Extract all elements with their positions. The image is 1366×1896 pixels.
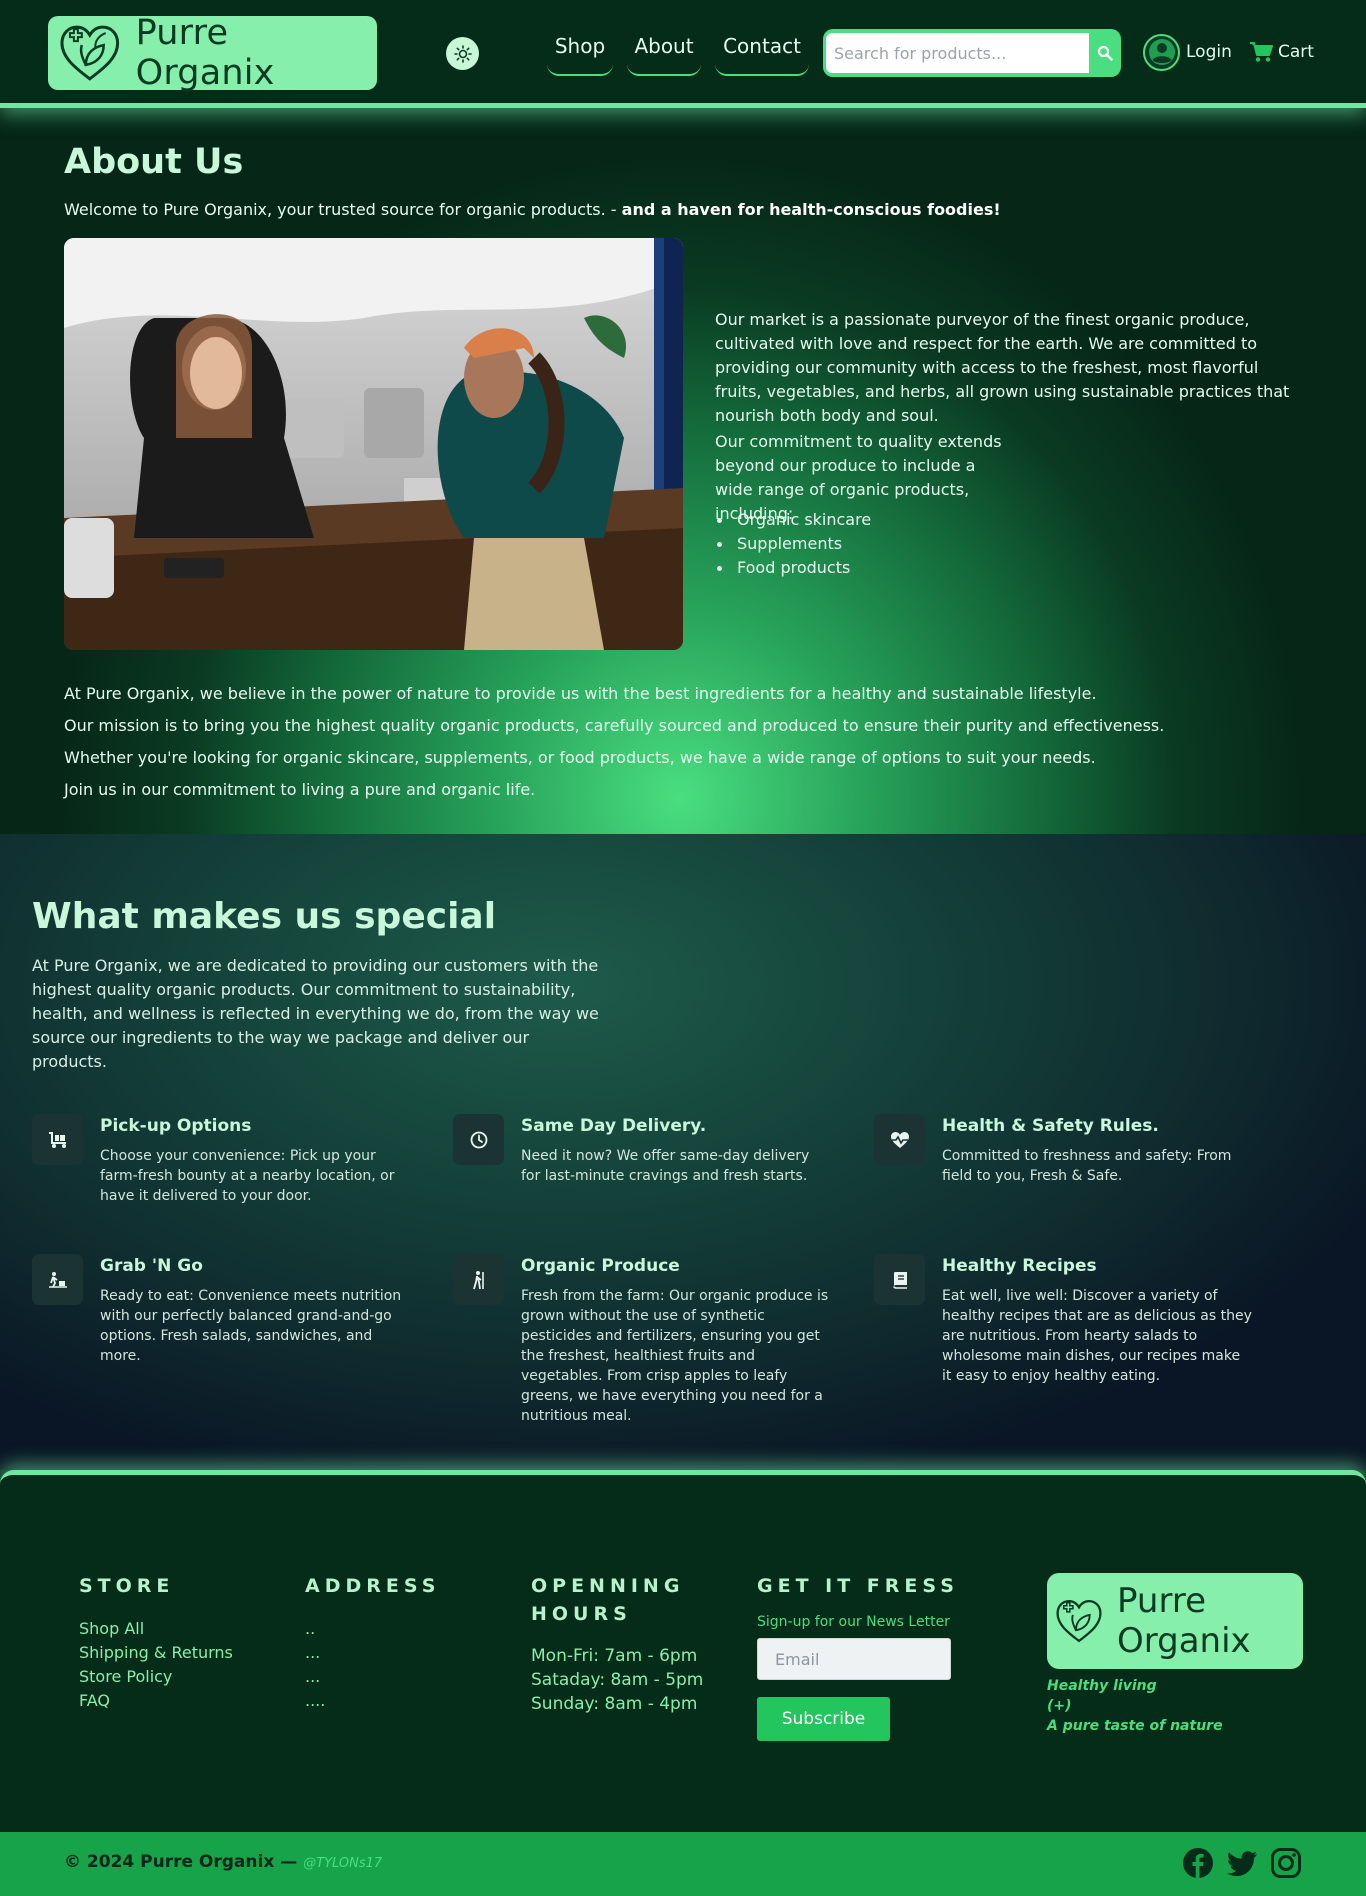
footer-link-shipping[interactable]: Shipping & Returns: [79, 1643, 233, 1662]
farmer-icon: [472, 1270, 484, 1289]
bottom-bar: © 2024 Purre Organix — @TYLONs17: [0, 1832, 1366, 1896]
clock-icon: [470, 1131, 487, 1148]
address-heading: ADDRESS: [305, 1575, 441, 1597]
heart-leaf-logo-icon: [1056, 1599, 1102, 1643]
feature-text: Committed to freshness and safety: From …: [942, 1148, 1232, 1184]
about-closing-1: At Pure Organix, we believe in the power…: [64, 684, 1097, 703]
feature-text: Fresh from the farm: Our organic produce…: [521, 1288, 829, 1424]
sun-icon: [453, 44, 472, 63]
footer-brand-name: Purre Organix: [1117, 1581, 1251, 1661]
feature-title: Organic Produce: [521, 1256, 680, 1276]
footer-link-faq[interactable]: FAQ: [79, 1691, 110, 1710]
address-line: ....: [305, 1691, 326, 1710]
feature-title: Grab 'N Go: [100, 1256, 203, 1276]
address-line: ...: [305, 1667, 321, 1686]
nav-contact[interactable]: Contact: [715, 34, 809, 76]
about-photo: [64, 238, 683, 650]
hours-heading: OPENNING HOURS: [531, 1575, 685, 1625]
search-input[interactable]: [826, 33, 1089, 73]
feature-text: Ready to eat: Convenience meets nutritio…: [100, 1288, 402, 1364]
theme-toggle-button[interactable]: [446, 37, 479, 70]
about-title: About Us: [64, 142, 244, 182]
about-paragraph-1: Our market is a passionate purveyor of t…: [715, 310, 1290, 425]
newsletter-email-input[interactable]: [757, 1638, 951, 1680]
brand-name: Purre Organix: [135, 13, 275, 93]
feature-title: Healthy Recipes: [942, 1256, 1097, 1276]
search-icon: [1097, 45, 1113, 61]
address-line: ..: [305, 1619, 316, 1638]
instagram-icon[interactable]: [1270, 1847, 1302, 1879]
about-closing-2: Our mission is to bring you the highest …: [64, 716, 1165, 735]
brand-logo[interactable]: Purre Organix: [48, 13, 377, 93]
feature-title: Health & Safety Rules.: [942, 1116, 1159, 1136]
nav-shop[interactable]: Shop: [547, 34, 613, 76]
welcome-highlight: and a haven for health-conscious foodies…: [621, 200, 1001, 219]
hours-line: Sunday: 8am - 4pm: [531, 1694, 698, 1714]
list-item: Supplements: [715, 532, 871, 556]
feature-title: Same Day Delivery.: [521, 1116, 707, 1136]
cart-label: Cart: [1278, 42, 1314, 62]
footer-brand-logo[interactable]: Purre Organix: [1047, 1573, 1303, 1669]
list-item: Food products: [715, 556, 871, 580]
product-list: Organic skincare Supplements Food produc…: [715, 508, 871, 580]
hours-line: Sataday: 8am - 5pm: [531, 1670, 704, 1690]
copyright-text: © 2024 Purre Organix — @TYLONs17: [64, 1852, 383, 1872]
store-heading: STORE: [79, 1575, 175, 1597]
login-label: Login: [1186, 42, 1232, 62]
login-link[interactable]: Login: [1143, 33, 1232, 71]
feature-text: Eat well, live well: Discover a variety …: [942, 1288, 1252, 1384]
twitter-icon[interactable]: [1226, 1847, 1258, 1879]
heart-pulse-icon: [890, 1131, 909, 1148]
newsletter-heading: GET IT FRESS: [757, 1575, 959, 1597]
cart-link[interactable]: Cart: [1249, 37, 1314, 67]
heart-leaf-logo-icon: [60, 25, 120, 81]
features-intro: At Pure Organix, we are dedicated to pro…: [32, 956, 599, 1071]
nav-about[interactable]: About: [627, 34, 701, 76]
feature-title: Pick-up Options: [100, 1116, 252, 1136]
footer-link-shop-all[interactable]: Shop All: [79, 1619, 144, 1638]
features-section: What makes us special At Pure Organix, w…: [0, 834, 1366, 1470]
facebook-icon[interactable]: [1182, 1847, 1214, 1879]
author-handle: @TYLONs17: [303, 1856, 383, 1871]
feature-text: Choose your convenience: Pick up your fa…: [100, 1148, 395, 1204]
person-walking-luggage-icon: [48, 1271, 67, 1288]
subscribe-button[interactable]: Subscribe: [757, 1697, 890, 1741]
site-footer: STORE Shop All Shipping & Returns Store …: [0, 1470, 1366, 1832]
welcome-text: Welcome to Pure Organix, your trusted so…: [64, 200, 1001, 219]
cart-icon: [1250, 42, 1273, 62]
search-button[interactable]: [1093, 41, 1117, 65]
site-header: Purre Organix Shop About Contact Search …: [0, 0, 1366, 108]
cart-flatbed-icon: [48, 1131, 66, 1148]
about-section: About Us Welcome to Pure Organix, your t…: [0, 108, 1366, 834]
book-icon: [892, 1271, 907, 1289]
brand-tagline: Healthy living (+) A pure taste of natur…: [1047, 1678, 1223, 1734]
newsletter-label: Sign-up for our News Letter: [757, 1614, 950, 1630]
address-line: ...: [305, 1643, 321, 1662]
user-avatar-icon: [1143, 33, 1180, 71]
about-closing-4: Join us in our commitment to living a pu…: [64, 780, 536, 799]
about-closing-3: Whether you're looking for organic skinc…: [64, 748, 1096, 767]
features-title: What makes us special: [32, 896, 497, 937]
list-item: Organic skincare: [715, 508, 871, 532]
feature-text: Need it now? We offer same-day delivery …: [521, 1148, 810, 1184]
search-bar: [823, 29, 1121, 77]
hours-line: Mon-Fri: 7am - 6pm: [531, 1646, 698, 1666]
footer-link-store-policy[interactable]: Store Policy: [79, 1667, 172, 1686]
